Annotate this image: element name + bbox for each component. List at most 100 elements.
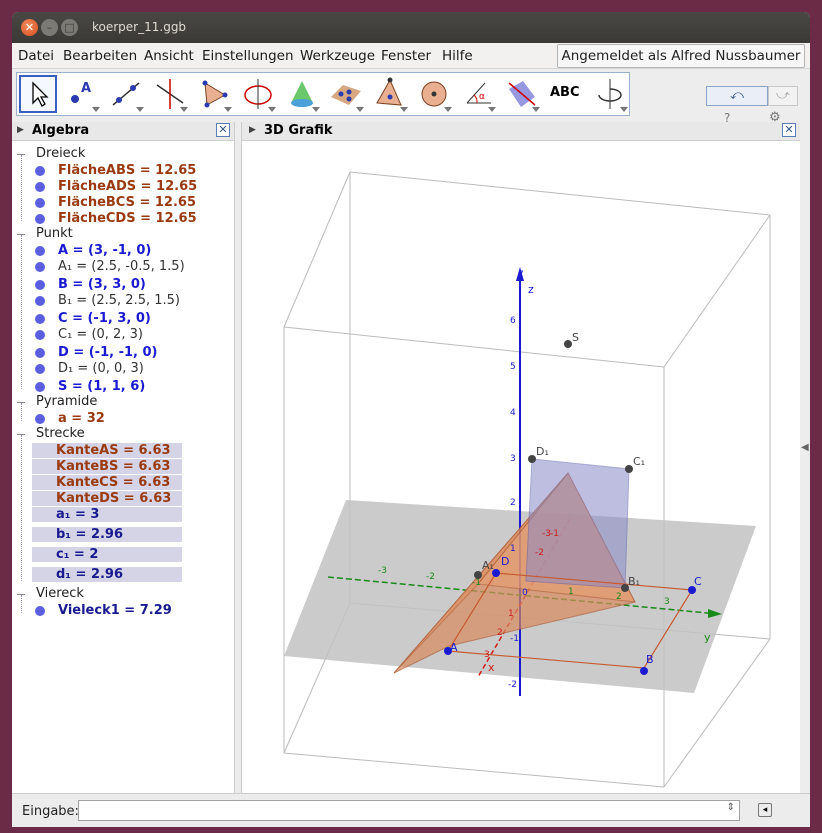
algebra-item[interactable]: D = (-1, -1, 0) [56,345,159,360]
menu-werkzeuge[interactable]: Werkzeuge [300,48,375,64]
angle-tool[interactable]: α [459,75,497,113]
panel-divider[interactable] [234,122,242,793]
perpendicular-tool[interactable] [151,75,189,113]
point-d1[interactable] [528,455,536,463]
point-s[interactable] [564,340,572,348]
visibility-toggle-icon[interactable] [35,262,45,272]
label-y-axis: y [704,631,711,644]
circle-tool[interactable] [239,75,277,113]
line-tool[interactable] [107,75,145,113]
intersect-tool[interactable] [283,75,321,113]
input-field[interactable]: ⇕ [78,800,740,821]
maximize-window-button[interactable]: □ [61,19,78,36]
algebra-item[interactable]: D₁ = (0, 0, 3) [56,361,146,376]
algebra-item[interactable]: A₁ = (2.5, -0.5, 1.5) [56,259,187,274]
category-label[interactable]: Viereck [36,586,84,601]
point-a1[interactable] [474,571,482,579]
y-tick: -2 [426,572,435,582]
visibility-toggle-icon[interactable] [35,166,45,176]
point-tool[interactable]: A [63,75,101,113]
visibility-toggle-icon[interactable] [35,314,45,324]
minimize-window-button[interactable]: – [41,19,58,36]
algebra-item[interactable]: KanteAS = 6.63 [32,443,182,458]
menu-datei[interactable]: Datei [18,48,54,64]
visibility-toggle-icon[interactable] [35,182,45,192]
algebra-item[interactable]: S = (1, 1, 6) [56,379,147,394]
input-history-icon[interactable]: ⇕ [727,802,735,813]
collapse-triangle-icon[interactable]: ▶ [249,125,256,135]
plane-tool[interactable] [327,75,365,113]
algebra-item[interactable]: d₁ = 2.96 [32,567,182,582]
reflect-tool[interactable] [503,75,541,113]
redo-button[interactable]: ⤻ [768,86,798,106]
algebra-item[interactable]: KanteDS = 6.63 [32,491,182,506]
expand-panel-icon[interactable]: ◀ [801,442,809,453]
algebra-item[interactable]: FlächeADS = 12.65 [56,179,199,194]
category-label[interactable]: Strecke [36,426,85,441]
algebra-item[interactable]: B₁ = (2.5, 2.5, 1.5) [56,293,182,308]
x-tick: 1 [508,609,514,619]
algebra-item[interactable]: C₁ = (0, 2, 3) [56,327,145,342]
close-window-button[interactable]: ✕ [21,19,38,36]
y-tick: -3 [378,566,387,576]
algebra-title: Algebra [32,123,90,138]
point-c1[interactable] [625,465,633,473]
visibility-toggle-icon[interactable] [35,364,45,374]
visibility-toggle-icon[interactable] [35,414,45,424]
visibility-toggle-icon[interactable] [35,214,45,224]
algebra-item[interactable]: FlächeCDS = 12.65 [56,211,199,226]
algebra-item[interactable]: b₁ = 2.96 [32,527,182,542]
category-label[interactable]: Dreieck [36,146,85,161]
keyboard-icon[interactable]: ◂ [758,803,772,817]
point-b[interactable] [640,667,648,675]
algebra-item[interactable]: C = (-1, 3, 0) [56,311,153,326]
label-x-axis: x [488,661,495,674]
category-label[interactable]: Pyramide [36,394,97,409]
visibility-toggle-icon[interactable] [35,280,45,290]
category-label[interactable]: Punkt [36,226,73,241]
algebra-item[interactable]: FlächeABS = 12.65 [56,163,198,178]
algebra-item[interactable]: KanteCS = 6.63 [32,475,182,490]
close-graphics-button[interactable]: ✕ [782,123,796,137]
visibility-toggle-icon[interactable] [35,606,45,616]
menu-fenster[interactable]: Fenster [381,48,431,64]
collapse-triangle-icon[interactable]: ▶ [17,125,24,135]
algebra-item[interactable]: a = 32 [56,411,107,426]
algebra-item[interactable]: A = (3, -1, 0) [56,243,153,258]
algebra-item[interactable]: c₁ = 2 [32,547,182,562]
algebra-item[interactable]: a₁ = 3 [32,507,182,522]
menu-bearbeiten[interactable]: Bearbeiten [63,48,137,64]
tree-line [21,155,22,221]
graphics-canvas[interactable]: 7 6 5 4 3 2 1 0 -1 -2 -3 -2 -1 1 2 3 3 2… [242,141,800,793]
visibility-toggle-icon[interactable] [35,246,45,256]
pyramid-tool[interactable] [371,75,409,113]
polygon-tool[interactable] [195,75,233,113]
algebra-item[interactable]: KanteBS = 6.63 [32,459,182,474]
algebra-item[interactable]: Vieleck1 = 7.29 [56,603,174,618]
graphics-title: 3D Grafik [264,123,333,138]
visibility-toggle-icon[interactable] [35,348,45,358]
algebra-item[interactable]: FlächeBCS = 12.65 [56,195,198,210]
z-tick: 2 [510,498,516,508]
algebra-item[interactable]: B = (3, 3, 0) [56,277,148,292]
visibility-toggle-icon[interactable] [35,330,45,340]
move-tool[interactable] [19,75,57,113]
close-algebra-button[interactable]: ✕ [216,123,230,137]
visibility-toggle-icon[interactable] [35,296,45,306]
undo-button[interactable]: ⤺ [706,86,768,106]
svg-text:A: A [81,81,91,96]
menu-ansicht[interactable]: Ansicht [144,48,194,64]
algebra-view: Dreieck FlächeABS = 12.65 FlächeADS = 12.6… [12,141,234,793]
visibility-toggle-icon[interactable] [35,382,45,392]
svg-text:α: α [479,92,485,102]
text-tool[interactable]: ABC [547,75,585,113]
menu-hilfe[interactable]: Hilfe [442,48,473,64]
visibility-toggle-icon[interactable] [35,198,45,208]
graphics-3d-view[interactable]: 7 6 5 4 3 2 1 0 -1 -2 -3 -2 -1 1 2 3 3 2… [242,141,800,793]
login-button[interactable]: Angemeldet als Alfred Nussbaumer [557,44,805,68]
bounding-box [283,171,771,788]
rotate-view-tool[interactable] [591,75,629,113]
label-a: A [450,641,458,654]
menu-einstellungen[interactable]: Einstellungen [202,48,294,64]
sphere-tool[interactable] [415,75,453,113]
